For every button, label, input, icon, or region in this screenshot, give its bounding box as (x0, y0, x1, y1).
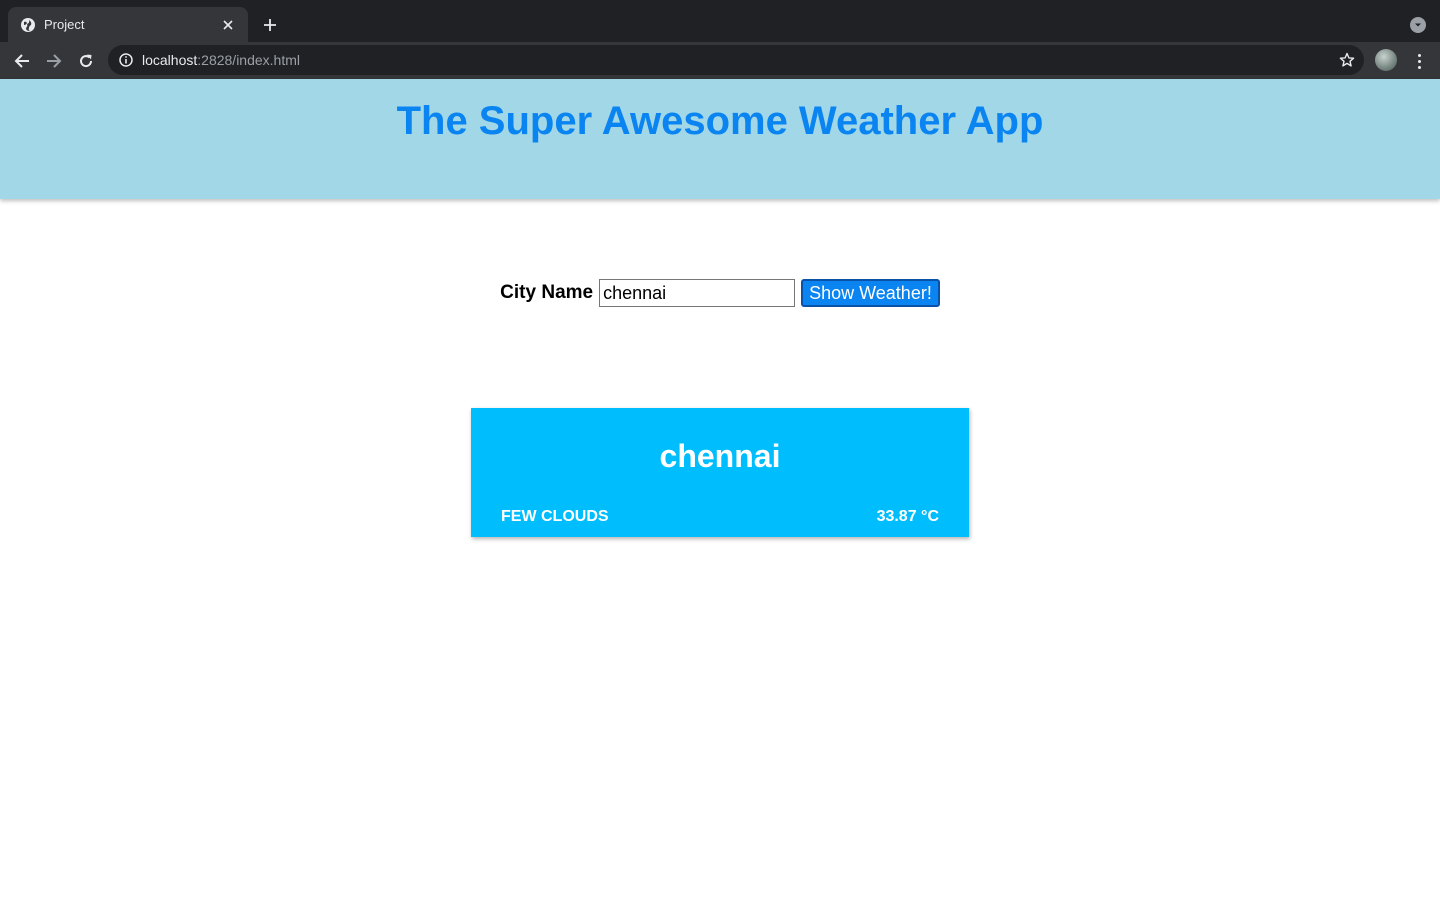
reload-button[interactable] (74, 49, 98, 73)
city-name-label: City Name (500, 282, 594, 303)
browser-toolbar: localhost:2828/index.html (0, 42, 1440, 79)
show-weather-button[interactable]: Show Weather! (801, 279, 940, 307)
url-path: :2828/index.html (197, 52, 300, 68)
vertical-dots-icon[interactable] (1409, 49, 1429, 73)
arrow-right-icon (47, 54, 62, 68)
app-header: The Super Awesome Weather App (0, 79, 1440, 199)
close-icon[interactable] (220, 17, 236, 33)
new-tab-button[interactable] (259, 14, 281, 36)
page-content: The Super Awesome Weather App City Name … (0, 79, 1440, 900)
browser-tab-strip: Project (0, 0, 1440, 42)
city-input[interactable] (599, 279, 796, 307)
arrow-left-icon (14, 54, 29, 68)
weather-city: chennai (659, 438, 781, 474)
avatar[interactable] (1375, 49, 1397, 71)
tab-search-button[interactable] (1410, 17, 1426, 33)
weather-description: FEW CLOUDS (501, 508, 609, 525)
url-text: localhost:2828/index.html (142, 52, 300, 68)
weather-card: chennai FEW CLOUDS 33.87 °C (471, 408, 969, 537)
info-icon[interactable] (118, 52, 134, 68)
globe-icon (20, 17, 36, 33)
reload-icon (80, 54, 93, 68)
url-host: localhost (142, 52, 198, 68)
plus-icon (264, 19, 276, 31)
browser-tab[interactable]: Project (8, 7, 248, 42)
back-button[interactable] (10, 49, 34, 73)
star-icon[interactable] (1338, 51, 1356, 69)
tab-title: Project (44, 17, 85, 32)
page-title: The Super Awesome Weather App (396, 99, 1044, 143)
forward-button[interactable] (42, 49, 66, 73)
city-form: City Name Show Weather! (0, 279, 1440, 307)
chevron-down-icon (1415, 23, 1421, 27)
address-bar[interactable]: localhost:2828/index.html (108, 45, 1364, 75)
weather-temperature: 33.87 °C (876, 508, 939, 525)
